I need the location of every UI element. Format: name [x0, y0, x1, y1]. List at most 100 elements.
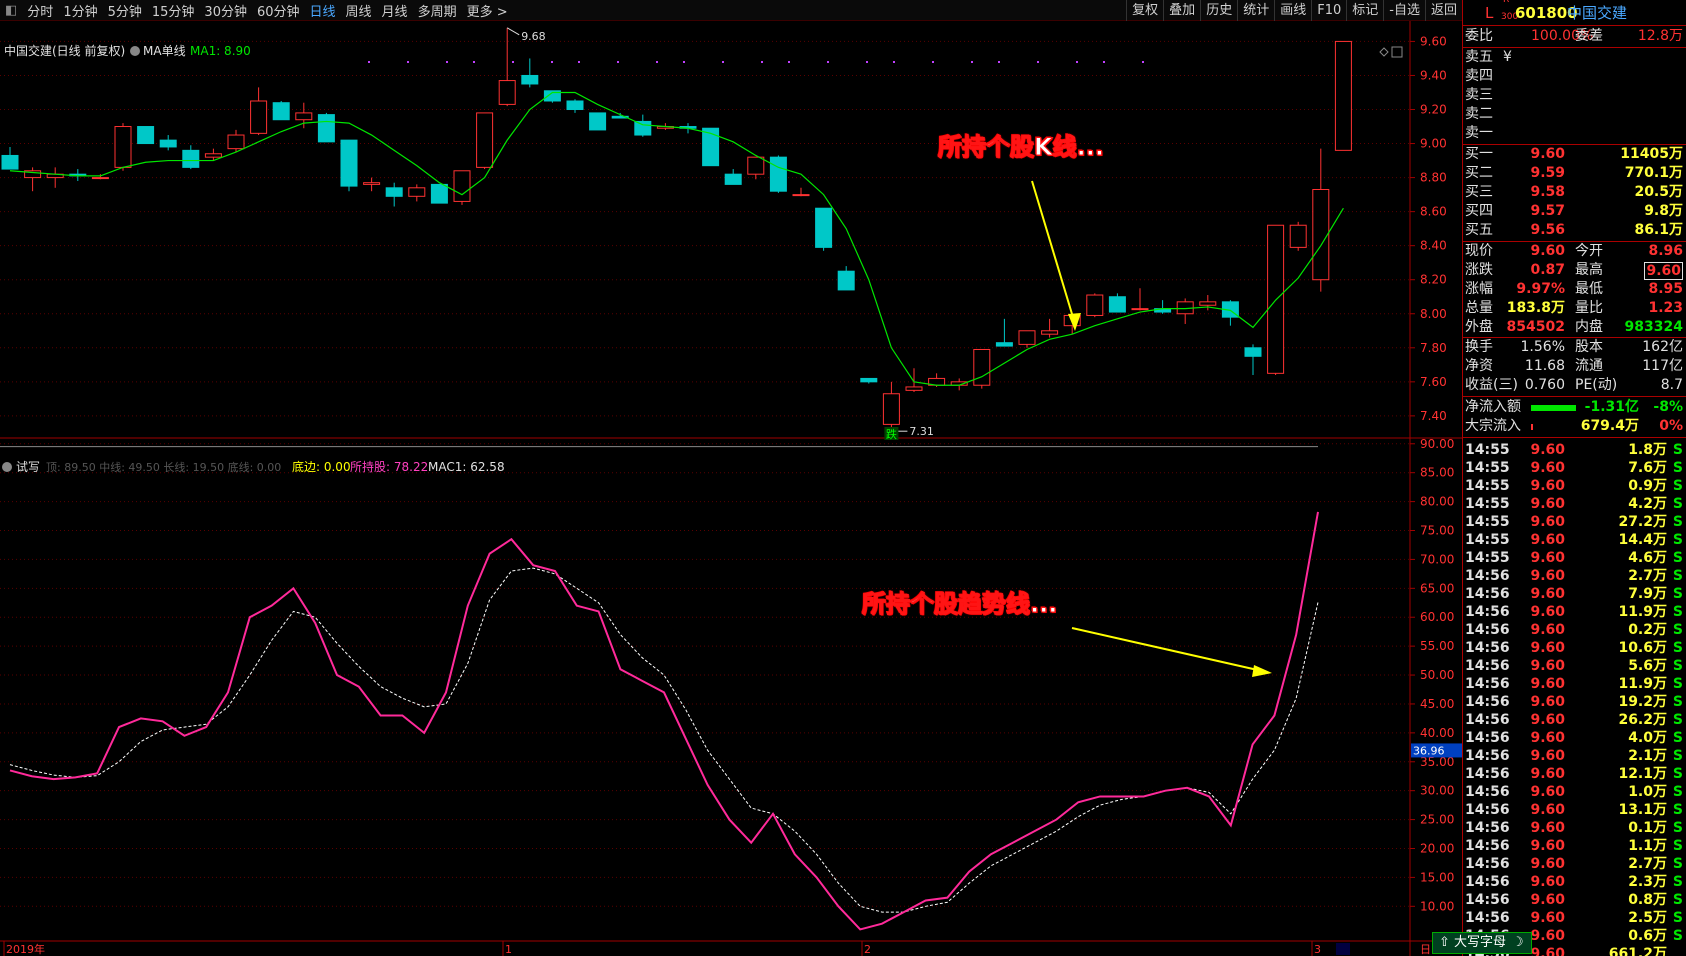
period-tab-4[interactable]: 30分钟: [199, 1, 252, 20]
signal-dot: [656, 61, 658, 63]
signal-dot: [866, 61, 868, 63]
sell-level-label: 卖三: [1465, 87, 1493, 103]
tick-time: 14:56: [1465, 586, 1510, 602]
panel-divider: [1463, 25, 1686, 26]
period-tab-9[interactable]: 多周期: [413, 1, 462, 20]
toolbar-action-8[interactable]: 返回: [1424, 0, 1462, 21]
period-tab-2[interactable]: 5分钟: [103, 1, 147, 20]
price-tick-label: 8.20: [1420, 273, 1447, 287]
period-tab-6[interactable]: 日线: [305, 1, 341, 20]
tick-volume: 4.6万: [1628, 550, 1667, 566]
stat-label: 收益(三): [1465, 377, 1518, 393]
stats-row: 净资 11.68 流通 117亿: [1463, 357, 1686, 376]
tick-volume: 1.1万: [1628, 838, 1667, 854]
indicator-settings-icon: [130, 46, 140, 56]
ime-status-button[interactable]: ⇧ 大写字母☽ •: [1432, 932, 1532, 956]
tick-side: S: [1672, 892, 1683, 908]
candle-body: [1131, 308, 1149, 311]
price-tick-label: 9.60: [1420, 34, 1447, 48]
signal-dot: [1076, 61, 1078, 63]
quote-value: 9.60: [1644, 262, 1683, 280]
tick-side: S: [1672, 604, 1683, 620]
candle-body: [882, 393, 900, 425]
toolbar-action-0[interactable]: 复权: [1126, 0, 1163, 21]
chart-canvas[interactable]: 9.60 9.40 9.20 9.00 8.80 8.60 8.40 8.20 8.00 7.80…: [0, 21, 1462, 956]
toolbar-action-5[interactable]: F10: [1311, 0, 1346, 21]
price-tick-label: 8.60: [1420, 205, 1447, 219]
stat-label: 流通: [1575, 358, 1603, 374]
buy-level-volume: 86.1万: [1634, 222, 1683, 238]
candle-body: [521, 74, 539, 85]
period-tab-3[interactable]: 15分钟: [147, 1, 200, 20]
candle-body: [1244, 347, 1262, 357]
period-tab-0[interactable]: 分时: [22, 1, 58, 20]
toolbar-action-2[interactable]: 历史: [1200, 0, 1237, 21]
period-tab-1[interactable]: 1分钟: [58, 1, 102, 20]
quote-value: 8.95: [1648, 281, 1683, 297]
candle-body: [408, 187, 426, 197]
toolbar-action-6[interactable]: 标记: [1346, 0, 1383, 21]
tick-row: 14:55 9.60 0.9万 S: [1463, 477, 1686, 495]
candle-body: [566, 100, 584, 111]
tick-volume: 2.7万: [1628, 856, 1667, 872]
tick-volume: 7.9万: [1628, 586, 1667, 602]
period-tab-10[interactable]: 更多 >: [462, 1, 513, 20]
weibi-row: 委比 100.00% 委差 12.8万: [1463, 27, 1686, 46]
date-scroll-box: [1336, 943, 1350, 955]
indicator-pane-icon: [2, 462, 12, 472]
high-marker-line: [506, 27, 520, 36]
stats-row: 换手 1.56% 股本 162亿: [1463, 338, 1686, 357]
date-axis-right-label: 日: [1420, 943, 1431, 956]
indicator-tick-label: 45.00: [1420, 697, 1454, 711]
tick-row: 14:56 9.60 1.1万 S: [1463, 837, 1686, 855]
quote-row: 涨幅 9.97% 最低 8.95: [1463, 280, 1686, 299]
quote-value: 0.87: [1530, 262, 1565, 278]
tick-row: 14:56 9.60 11.9万 S: [1463, 603, 1686, 621]
signal-dot: [473, 61, 475, 63]
tick-price: 9.60: [1530, 586, 1565, 602]
keyboard-icon: ⇧: [1439, 935, 1455, 950]
tick-price: 9.60: [1530, 478, 1565, 494]
flow-pct: 0%: [1659, 418, 1683, 434]
price-tick-label: 9.40: [1420, 68, 1447, 82]
tick-side: S: [1672, 442, 1683, 458]
stat-value: 8.7: [1660, 377, 1683, 393]
signal-dot: [683, 61, 685, 63]
tick-side: S: [1672, 478, 1683, 494]
toolbar-action-7[interactable]: -自选: [1383, 0, 1425, 21]
signal-dot: [446, 61, 448, 63]
period-tab-7[interactable]: 周线: [341, 1, 377, 20]
signal-dot: [368, 61, 370, 63]
toolbar-action-1[interactable]: 叠加: [1163, 0, 1200, 21]
tick-row: 14:56 9.60 5.6万 S: [1463, 657, 1686, 675]
candle-body: [182, 149, 200, 168]
quote-value: 1.23: [1648, 300, 1683, 316]
toolbar-menu-icon[interactable]: ◧: [0, 3, 22, 18]
quote-panel: L R 300 601800 中国交建 委比 100.00% 委差 12.8万 卖五 ¥ 卖…: [1462, 0, 1686, 956]
indicator-tick-label: 30.00: [1420, 784, 1454, 798]
toolbar-action-3[interactable]: 统计: [1237, 0, 1274, 21]
candle-body: [634, 120, 652, 136]
tick-row: 14:56 9.60 0.1万 S: [1463, 819, 1686, 837]
tick-price: 9.60: [1530, 874, 1565, 890]
tick-side: S: [1672, 568, 1683, 584]
stat-label: 换手: [1465, 339, 1493, 355]
quote-label: 今开: [1575, 243, 1603, 259]
trading-window: { "toolbar": { "items": ["分时","1分钟","5分钟…: [0, 0, 1686, 956]
fall-tag: 跌: [886, 427, 897, 441]
tick-time: 14:56: [1465, 694, 1510, 710]
period-tab-8[interactable]: 月线: [377, 1, 413, 20]
chart-title: 中国交建(日线 前复权): [4, 43, 125, 58]
tick-price: 9.60: [1530, 694, 1565, 710]
tick-time: 14:56: [1465, 640, 1510, 656]
price-tick-label: 8.00: [1420, 307, 1447, 321]
toolbar-action-4[interactable]: 画线: [1274, 0, 1311, 21]
period-tab-5[interactable]: 60分钟: [252, 1, 305, 20]
indicator-tick-label: 60.00: [1420, 610, 1454, 624]
tick-price: 9.60: [1530, 892, 1565, 908]
tick-volume: 1.8万: [1628, 442, 1667, 458]
tick-row: 14:56 9.60 11.9万 S: [1463, 675, 1686, 693]
candle-body: [1267, 224, 1285, 374]
price-tick-label: 7.60: [1420, 375, 1447, 389]
tick-price: 9.60: [1530, 820, 1565, 836]
